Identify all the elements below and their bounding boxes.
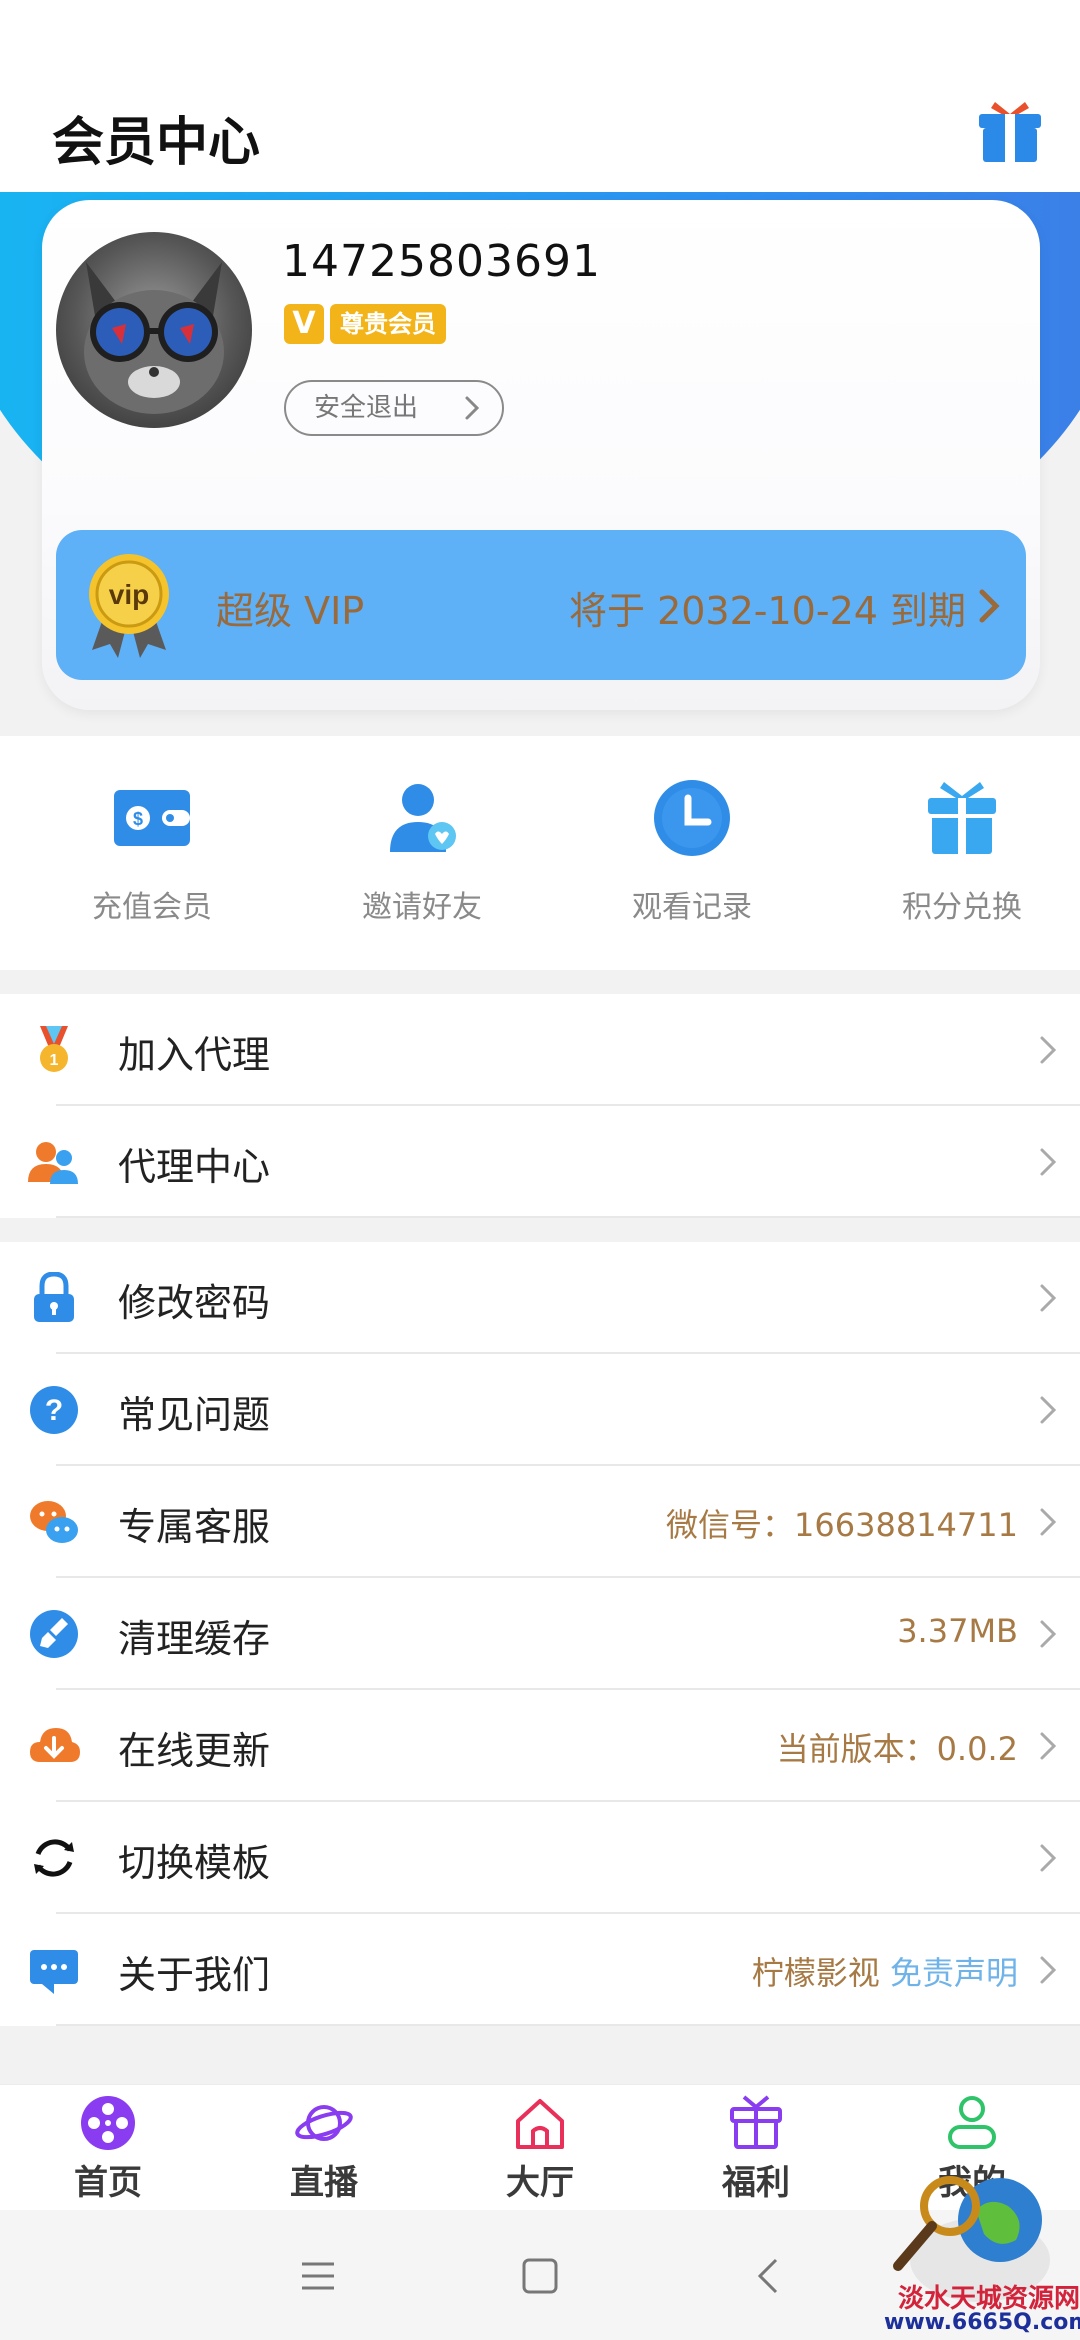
menu-row-label: 专属客服: [118, 1505, 271, 1549]
vip-expire-date: 将于 2032-10-24 到期: [569, 589, 966, 633]
menu-row-change-password[interactable]: 修改密码: [0, 1242, 1080, 1354]
chevron-right-icon: [1040, 1284, 1057, 1312]
wallet-icon: $: [114, 790, 190, 846]
clock-icon: [654, 780, 730, 856]
chat-dots-icon: [30, 1950, 78, 1994]
member-level-badge: 尊贵会员: [330, 304, 446, 344]
chevron-right-icon: [1040, 1036, 1057, 1064]
menu-row-label: 清理缓存: [118, 1617, 271, 1661]
chevron-right-icon: [1040, 1956, 1057, 1984]
refresh-icon: [34, 1839, 74, 1877]
member-hero: 14725803691 V 尊贵会员 安全退出 vip 超级 VIP 将于 20…: [0, 192, 1080, 732]
menu-row-join-agent[interactable]: 1 加入代理: [0, 994, 1080, 1106]
question-icon: ?: [30, 1386, 78, 1434]
divider: [56, 1216, 1080, 1218]
menu-row-online-update[interactable]: 在线更新 当前版本：0.0.2: [0, 1690, 1080, 1802]
chevron-right-icon: [1040, 1396, 1057, 1424]
vip-v-badge: V: [284, 304, 324, 344]
quick-action-recharge[interactable]: $ 充值会员: [52, 776, 252, 936]
chevron-right-icon: [979, 589, 1000, 623]
quick-action-label: 充值会员: [92, 890, 212, 925]
agent-menu-group: 1 加入代理 代理中心: [0, 994, 1080, 1218]
planet-icon: [295, 2105, 353, 2141]
tab-home[interactable]: 首页: [28, 2093, 188, 2204]
menu-row-label: 代理中心: [118, 1145, 271, 1189]
menu-row-label: 修改密码: [118, 1281, 271, 1325]
chevron-right-icon: [1040, 1148, 1057, 1176]
quick-action-history[interactable]: 观看记录: [592, 776, 792, 936]
tab-hall[interactable]: 大厅: [460, 2093, 620, 2204]
menu-row-faq[interactable]: ? 常见问题: [0, 1354, 1080, 1466]
quick-action-label: 邀请好友: [362, 890, 482, 925]
menu-row-switch-template[interactable]: 切换模板: [0, 1802, 1080, 1914]
tab-welfare[interactable]: 福利: [676, 2093, 836, 2204]
vip-medal-icon: vip: [89, 554, 169, 658]
wechat-id: 微信号：16638814711: [666, 1506, 1018, 1544]
svg-text:1: 1: [50, 1052, 59, 1069]
chevron-right-icon: [1040, 1508, 1057, 1536]
vip-status-bar[interactable]: vip 超级 VIP 将于 2032-10-24 到期: [56, 530, 1026, 680]
home-icon: [516, 2099, 564, 2149]
current-version: 当前版本：0.0.2: [776, 1730, 1018, 1768]
menu-row-label: 切换模板: [118, 1841, 271, 1885]
quick-action-invite[interactable]: 邀请好友: [322, 776, 522, 936]
vip-medal-text: vip: [109, 579, 149, 610]
avatar[interactable]: [56, 232, 252, 428]
chevron-right-icon: [1040, 1732, 1057, 1760]
menu-icon[interactable]: [296, 2254, 340, 2298]
logout-label: 安全退出: [314, 393, 419, 423]
quick-action-label: 积分兑换: [902, 890, 1022, 925]
film-reel-icon: [81, 2096, 135, 2150]
about-info: 柠檬影视 免责声明: [752, 1948, 1018, 1994]
cloud-download-icon: [30, 1728, 80, 1762]
menu-row-label: 在线更新: [118, 1729, 271, 1773]
menu-row-label: 加入代理: [118, 1033, 271, 1077]
menu-row-label: 关于我们: [118, 1953, 271, 1997]
app-name: 柠檬影视: [751, 1954, 880, 1992]
chevron-right-icon: [1040, 1844, 1057, 1872]
profile-card: 14725803691 V 尊贵会员 安全退出 vip 超级 VIP 将于 20…: [42, 200, 1040, 710]
svg-text:?: ?: [45, 1394, 63, 1427]
username: 14725803691: [282, 236, 601, 287]
menu-row-label: 常见问题: [118, 1393, 271, 1437]
tab-label: 首页: [74, 2163, 142, 2203]
vip-title: 超级 VIP: [216, 589, 365, 633]
disclaimer-link[interactable]: 免责声明: [890, 1954, 1018, 1992]
back-icon[interactable]: [748, 2254, 792, 2298]
gift-icon: [928, 782, 996, 854]
medal-icon: 1: [40, 1026, 68, 1072]
quick-actions: $ 充值会员 邀请好友 观看记录 积分兑换: [0, 736, 1080, 970]
home-square-icon[interactable]: [518, 2254, 562, 2298]
broom-icon: [30, 1610, 78, 1658]
divider: [56, 2024, 1080, 2026]
menu-row-clear-cache[interactable]: 清理缓存 3.37MB: [0, 1578, 1080, 1690]
watermark-url: www.6665Q.com: [884, 2310, 1080, 2335]
logout-button[interactable]: 安全退出: [284, 380, 504, 436]
page-title: 会员中心: [52, 113, 261, 173]
quick-action-points[interactable]: 积分兑换: [862, 776, 1062, 936]
gift-icon: [730, 2095, 782, 2149]
tab-label: 福利: [722, 2163, 790, 2203]
tab-label: 大厅: [506, 2163, 574, 2203]
chevron-right-icon: [465, 396, 480, 420]
svg-text:$: $: [133, 809, 143, 829]
quick-action-label: 观看记录: [632, 890, 752, 925]
agents-icon: [28, 1142, 78, 1184]
invite-user-icon: [390, 784, 456, 852]
tab-label: 直播: [290, 2163, 358, 2203]
wechat-icon: [30, 1501, 78, 1543]
menu-row-about-us[interactable]: 关于我们 柠檬影视 免责声明: [0, 1914, 1080, 2026]
menu-row-customer-service[interactable]: 专属客服 微信号：16638814711: [0, 1466, 1080, 1578]
chevron-right-icon: [1040, 1620, 1057, 1648]
cache-size: 3.37MB: [897, 1612, 1018, 1650]
menu-row-agent-center[interactable]: 代理中心: [0, 1106, 1080, 1218]
gift-icon[interactable]: [975, 96, 1045, 166]
header: 会员中心: [0, 0, 1080, 192]
lock-icon: [34, 1272, 74, 1322]
user-icon: [948, 2096, 996, 2149]
tab-live[interactable]: 直播: [244, 2093, 404, 2204]
settings-menu-group: 修改密码 ? 常见问题 专属客服 微信号：16638814711 清理缓存 3.: [0, 1242, 1080, 2026]
